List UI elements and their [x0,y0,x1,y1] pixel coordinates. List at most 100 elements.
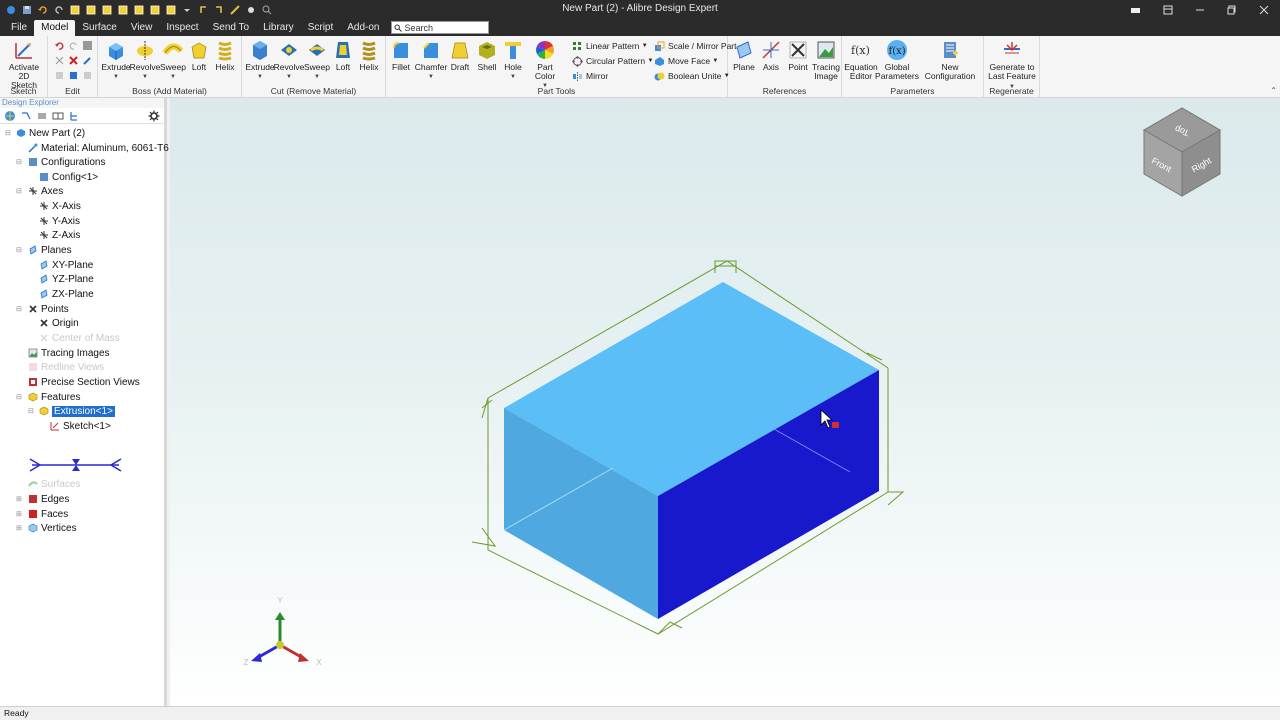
measure-icon[interactable] [228,3,242,17]
gear-icon[interactable] [148,110,160,122]
boss-loft-button[interactable]: Loft [186,39,212,72]
tree-item-axes[interactable]: ⊟ Axes [16,184,63,198]
tab-file[interactable]: File [4,20,34,36]
boss-helix-button[interactable]: Helix [212,39,238,72]
restore-panels-icon[interactable] [1152,0,1184,19]
copy-icon[interactable] [54,70,65,81]
boss-revolve-button[interactable]: Revolve ▼ [130,39,160,82]
rollback-marker[interactable] [28,457,123,473]
app-menu-icon[interactable] [4,3,18,17]
plane-button[interactable]: Plane [732,39,756,72]
boss-extrude-button[interactable]: Extrude ▼ [101,39,131,82]
mirror-button[interactable]: Mirror [572,69,608,83]
undo-icon[interactable] [36,3,50,17]
cut-extrude-button[interactable]: Extrude ▼ [245,39,275,82]
tree-item-tracing-images[interactable]: Tracing Images [28,346,110,360]
tree-item-origin[interactable]: Origin [39,316,79,330]
minimize-button[interactable] [1184,0,1216,19]
tree-item-precise-section-views[interactable]: Precise Section Views [28,375,140,389]
cut-sweep-button[interactable]: Sweep ▼ [303,39,331,82]
tree-item-sketch1[interactable]: Sketch<1> [50,419,111,433]
tree-item-z-axis[interactable]: Z-Axis [39,228,80,242]
layout-icon[interactable] [1120,0,1152,19]
search-input[interactable]: Search [390,21,489,34]
open-icon[interactable] [116,3,130,17]
new-configuration-button[interactable]: New Configuration [918,39,982,81]
globe-icon[interactable] [4,110,16,122]
paste-icon[interactable] [68,70,79,81]
tree-item-edges[interactable]: ⊞ Edges [16,492,69,506]
tree-item-zx-plane[interactable]: ZX-Plane [39,287,94,301]
edit-feature-icon[interactable] [82,55,93,66]
shell-button[interactable]: Shell [474,39,500,72]
tree-item-features[interactable]: ⊟ Features [16,390,80,404]
global-parameters-button[interactable]: f(x) Global Parameters [875,39,919,81]
export-icon[interactable] [164,3,178,17]
equation-editor-button[interactable]: f(x) Equation Editor [844,39,878,81]
tree-item-extrusion1[interactable]: ⊟ Extrusion<1> [28,404,116,418]
tree-item-material[interactable]: Material: Aluminum, 6061-T6 [28,141,169,155]
3d-viewport[interactable]: Top Front Right Y X Z [170,98,1280,706]
new-assembly-icon[interactable] [84,3,98,17]
close-file-icon[interactable] [132,3,146,17]
view-cube[interactable]: Top Front Right [1143,107,1221,197]
activate-2d-sketch-button[interactable]: Activate 2D Sketch [6,39,42,90]
tree-item-vertices[interactable]: ⊞ Vertices [16,521,77,535]
part-color-button[interactable]: Part Color ▼ [528,39,562,91]
close-button[interactable] [1248,0,1280,19]
tree-item-faces[interactable]: ⊞ Faces [16,507,68,521]
fillet-button[interactable]: Fillet [388,39,414,72]
qat-dropdown-icon[interactable] [180,3,194,17]
filter-icon[interactable] [20,110,32,122]
point-button[interactable]: Point [786,39,810,72]
tree-item-surfaces[interactable]: Surfaces [17,477,80,491]
tree-item-yz-plane[interactable]: YZ-Plane [39,272,94,286]
tab-surface[interactable]: Surface [75,20,123,36]
redo-icon[interactable] [52,3,66,17]
collapse-ribbon-icon[interactable]: ⌃ [1270,86,1277,95]
expand-toggle[interactable]: ⊞ [16,496,23,503]
redo-icon[interactable] [68,40,79,51]
hole-button[interactable]: Hole ▼ [500,39,526,82]
delete-icon[interactable] [68,55,79,66]
collapse-toggle[interactable]: ⊟ [16,306,23,313]
cut-icon[interactable] [54,55,65,66]
tree-item-redline-views[interactable]: Redline Views [28,360,104,374]
tab-script[interactable]: Script [301,20,341,36]
duplicate-icon[interactable] [82,70,93,81]
properties-icon[interactable] [82,40,93,51]
generate-to-last-feature-button[interactable]: Generate to Last Feature ▼ [986,39,1038,92]
tab-model[interactable]: Model [34,20,76,36]
tab-send-to[interactable]: Send To [206,20,257,36]
tree-item-config1[interactable]: Config<1> [39,170,98,184]
scale-mirror-part-button[interactable]: Scale / Mirror Part [654,39,737,53]
tracing-image-button[interactable]: Tracing Image [812,39,840,81]
move-face-button[interactable]: Move Face ▼ [654,54,718,68]
hierarchy-icon[interactable] [68,110,80,122]
collapse-toggle[interactable]: ⊟ [16,159,23,166]
print-icon[interactable] [148,3,162,17]
split-view-icon[interactable] [52,110,64,122]
collapse-toggle[interactable]: ⊟ [16,188,23,195]
list-view-icon[interactable] [36,110,48,122]
tree-item-y-axis[interactable]: Y-Axis [39,214,80,228]
save-icon[interactable] [20,3,34,17]
zoom-icon[interactable] [260,3,274,17]
collapse-toggle[interactable]: ⊟ [5,130,12,137]
tree-item-xy-plane[interactable]: XY-Plane [39,258,93,272]
undo-icon[interactable] [54,40,65,51]
chamfer-button[interactable]: Chamfer ▼ [415,39,447,82]
boss-sweep-button[interactable]: Sweep ▼ [159,39,187,82]
new-part-icon[interactable] [68,3,82,17]
tree-item-root[interactable]: ⊟ New Part (2) [5,126,85,140]
axis-button[interactable]: Axis [759,39,783,72]
cut-helix-button[interactable]: Helix [356,39,382,72]
expand-toggle[interactable]: ⊞ [16,525,23,532]
draft-button[interactable]: Draft [447,39,473,72]
tab-add-on[interactable]: Add-on [340,20,386,36]
collapse-toggle[interactable]: ⊟ [28,408,35,415]
tab-view[interactable]: View [124,20,160,36]
boolean-unite-button[interactable]: Boolean Unite ▼ [654,69,730,83]
expand-toggle[interactable]: ⊞ [16,511,23,518]
wand-icon[interactable] [244,3,258,17]
